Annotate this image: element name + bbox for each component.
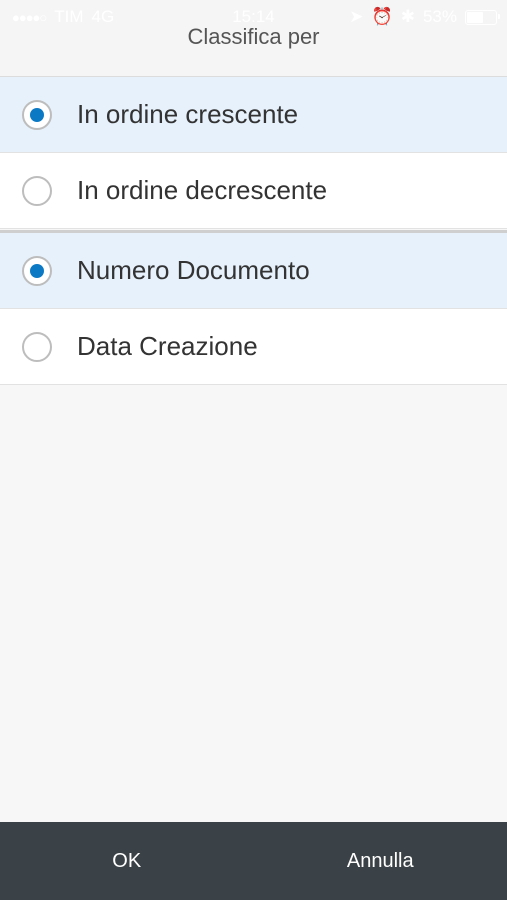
radio-button-checked[interactable] [22, 255, 52, 286]
sort-dialog-screen: ●●●●○ TIM 4G 15:14 ➤ ⏰ ✱ 53% Classifica … [0, 0, 507, 900]
option-creation-date[interactable]: Data Creazione [0, 309, 507, 385]
option-descending[interactable]: In ordine decrescente [0, 153, 507, 229]
option-label: Numero Documento [77, 255, 310, 285]
battery-icon [465, 9, 500, 25]
field-options-group: Numero Documento Data Creazione [0, 230, 507, 385]
dialog-title: Classifica per [187, 24, 320, 49]
order-options-group: In ordine crescente In ordine decrescent… [0, 77, 507, 229]
dialog-footer: OK Annulla [0, 822, 507, 900]
option-label: In ordine decrescente [77, 175, 328, 205]
radio-button-checked[interactable] [22, 99, 52, 130]
cancel-button[interactable]: Annulla [254, 822, 507, 900]
radio-button-unchecked[interactable] [22, 175, 52, 206]
option-label: Data Creazione [77, 331, 258, 361]
option-ascending[interactable]: In ordine crescente [0, 77, 507, 153]
option-document-number[interactable]: Numero Documento [0, 233, 507, 309]
radio-button-unchecked[interactable] [22, 331, 52, 362]
ok-button[interactable]: OK [0, 822, 254, 900]
option-label: In ordine crescente [77, 99, 299, 129]
